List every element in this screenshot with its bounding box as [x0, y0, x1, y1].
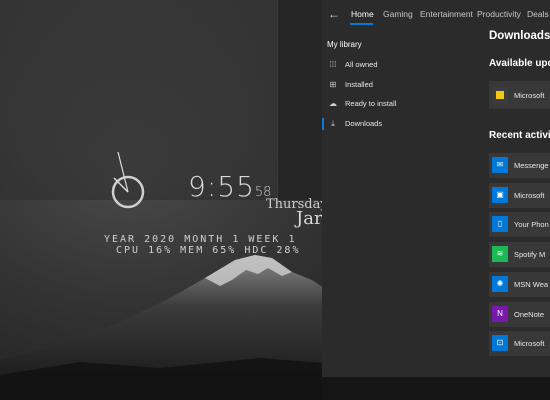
page-title: Downloads: [489, 30, 550, 42]
sun-icon: ✺: [496, 279, 504, 288]
list-item[interactable]: N OneNote: [489, 302, 550, 327]
grid-icon: ⁞⁞⁞: [329, 60, 337, 69]
tab-deals[interactable]: Deals: [527, 9, 549, 19]
list-item[interactable]: ≋ Spotify M: [489, 242, 550, 267]
app-name: MSN Wea: [514, 280, 549, 289]
phone-icon: ▯: [497, 219, 503, 228]
spotify-icon: ≋: [496, 249, 504, 258]
app-name: OneNote: [514, 310, 545, 319]
sidebar-item-installed[interactable]: ⊞ Installed: [322, 76, 486, 94]
system-stats: CPU 16% MEM 65% HDC 28%: [116, 245, 301, 256]
onenote-icon: N: [497, 309, 503, 318]
store-nav-bar: ← Home Gaming Entertainment Productivity…: [322, 0, 550, 30]
clock-dial-icon: [111, 151, 145, 209]
app-tile: ≋: [492, 246, 508, 262]
date-month: Jar: [296, 208, 323, 229]
app-tile: ✺: [492, 276, 508, 292]
installed-icon: ⊞: [329, 80, 337, 89]
app-tile: ⊡: [492, 335, 508, 351]
photos-icon: ▣: [496, 190, 504, 199]
app-name: Messenge: [514, 161, 549, 170]
app-name: Your Phon: [514, 220, 549, 229]
sidebar-item-label: Downloads: [345, 119, 383, 128]
library-sidebar: My library ⁞⁞⁞ All owned ⊞ Installed ☁ R…: [322, 30, 486, 377]
sidebar-item-label: Ready to install: [345, 99, 397, 108]
list-item[interactable]: ✺ MSN Wea: [489, 272, 550, 297]
list-item[interactable]: ✉ Messenge: [489, 153, 550, 178]
clock-time: 9:5558: [188, 170, 272, 203]
list-item[interactable]: ▣ Microsoft: [489, 183, 550, 208]
microsoft-store-window: ← Home Gaming Entertainment Productivity…: [322, 0, 550, 377]
background-window: [277, 0, 323, 200]
app-name: Microsoft: [514, 91, 545, 100]
list-item[interactable]: ▯ Your Phon: [489, 212, 550, 237]
wallpaper-upper-shade: [0, 0, 322, 200]
update-row[interactable]: Microsoft: [489, 81, 550, 109]
sidebar-item-label: All owned: [345, 60, 378, 69]
back-arrow-icon[interactable]: ←: [328, 8, 340, 20]
app-tile: ▣: [492, 187, 508, 203]
tab-home[interactable]: Home: [351, 9, 374, 19]
sidebar-item-all-owned[interactable]: ⁞⁞⁞ All owned: [322, 56, 486, 74]
app-tile: [492, 87, 508, 103]
active-tab-indicator: [350, 23, 373, 25]
app-name: Microsoft: [514, 191, 545, 200]
active-item-indicator: [322, 118, 324, 130]
store-icon: ⊡: [496, 338, 504, 347]
app-name: Microsoft: [514, 339, 545, 348]
tab-entertainment[interactable]: Entertainment: [420, 9, 473, 19]
app-tile: ▯: [492, 216, 508, 232]
app-tile: ✉: [492, 157, 508, 173]
app-name: Spotify M: [514, 250, 546, 259]
library-title: My library: [327, 40, 362, 49]
tab-productivity[interactable]: Productivity: [477, 9, 521, 19]
download-icon: ⤓: [331, 119, 335, 128]
list-item[interactable]: ⊡ Microsoft: [489, 331, 550, 356]
tab-gaming[interactable]: Gaming: [383, 9, 413, 19]
downloads-content: Downloads Available upd Microsoft Recent…: [486, 30, 550, 377]
sticky-notes-icon: [496, 91, 504, 99]
chat-icon: ✉: [496, 160, 504, 169]
available-updates-heading: Available upd: [489, 58, 550, 69]
recent-activity-heading: Recent activity: [489, 130, 550, 141]
sidebar-item-downloads[interactable]: ⤓ Downloads: [322, 115, 486, 133]
app-tile: N: [492, 306, 508, 322]
sidebar-item-ready-to-install[interactable]: ☁ Ready to install: [322, 95, 486, 113]
calendar-stats: YEAR 2020 MONTH 1 WEEK 1: [104, 234, 297, 245]
cloud-icon: ☁: [329, 99, 337, 108]
background-strip: [322, 377, 550, 400]
sidebar-item-label: Installed: [345, 80, 373, 89]
